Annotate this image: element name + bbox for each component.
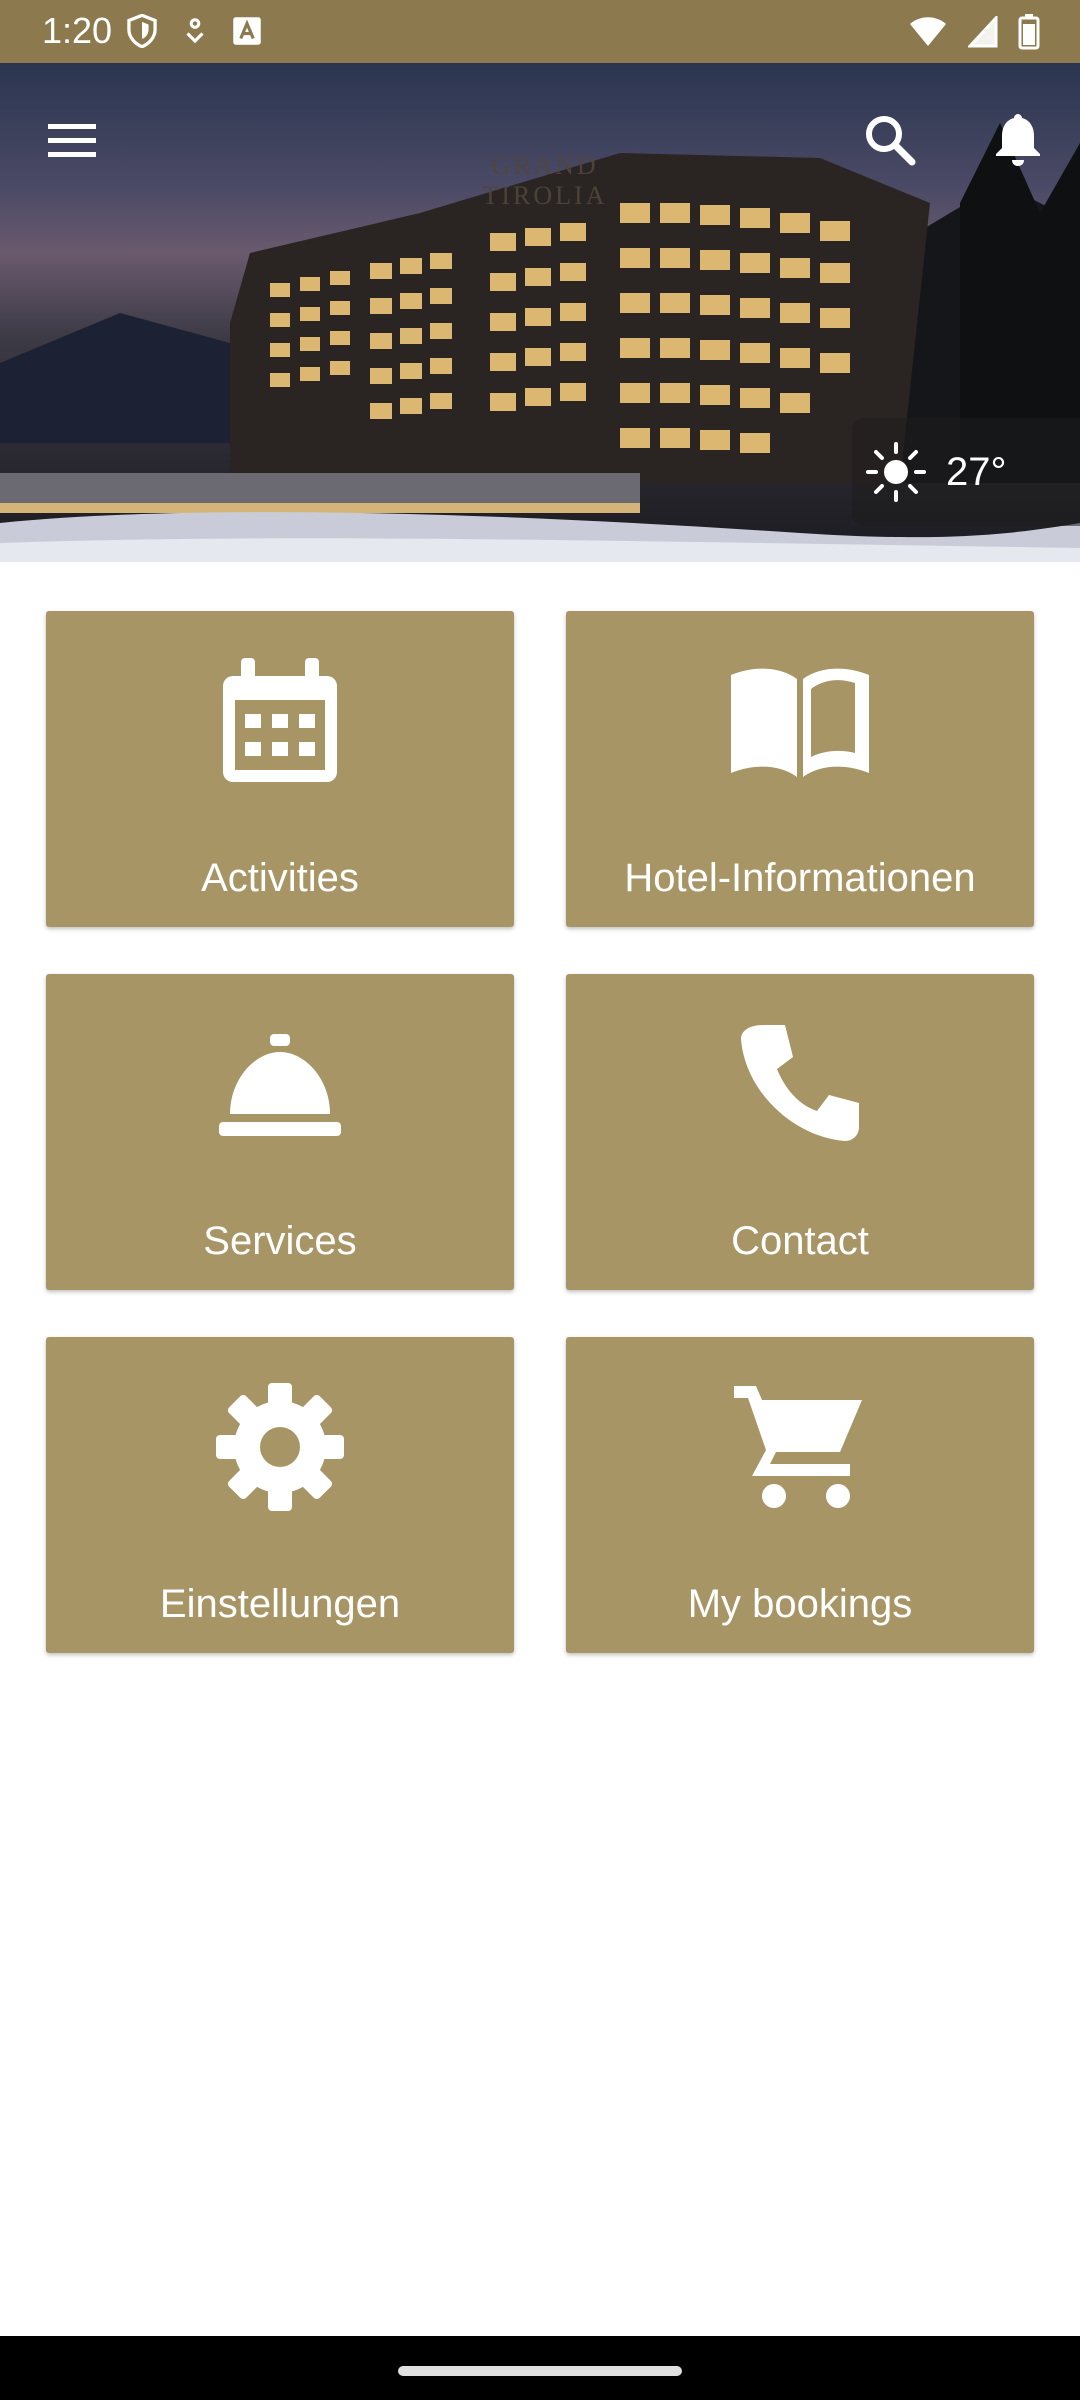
hamburger-menu-icon (48, 124, 96, 157)
tile-activities[interactable]: Activities (46, 611, 514, 927)
service-bell-icon (219, 1034, 341, 1136)
sun-icon (866, 442, 926, 502)
phone-icon (741, 1025, 859, 1141)
tile-einstellungen[interactable]: Einstellungen (46, 1337, 514, 1653)
sync-icon (186, 18, 204, 44)
tile-label: My bookings (687, 1582, 913, 1626)
status-time: 1:20 (42, 10, 113, 51)
wifi-icon (910, 17, 946, 46)
search-icon (866, 116, 916, 166)
home-gesture-handle[interactable] (398, 2366, 682, 2376)
tile-contact[interactable]: Contact (566, 974, 1034, 1290)
tile-label: Activities (201, 856, 359, 900)
keyboard-a-icon (233, 17, 261, 45)
hotel-hero-image: GRAND TIROLIA 27° (0, 63, 1080, 562)
tile-my-bookings[interactable]: My bookings (566, 1337, 1034, 1653)
tile-label: Contact (731, 1219, 869, 1263)
notifications-button[interactable] (986, 108, 1050, 172)
gear-icon (216, 1383, 344, 1511)
bell-icon (996, 114, 1040, 166)
calendar-icon (223, 658, 337, 782)
tile-label: Einstellungen (159, 1582, 401, 1626)
cart-icon (734, 1386, 862, 1508)
status-system-icons (908, 14, 1040, 50)
tile-hotel-informationen[interactable]: Hotel-Informationen (566, 611, 1034, 927)
shield-icon (127, 14, 157, 48)
menu-button[interactable] (40, 108, 104, 172)
tile-label: Hotel-Informationen (624, 856, 976, 900)
battery-icon (1018, 14, 1040, 50)
weather-temperature: 27° (946, 449, 1007, 494)
status-bar: 1:20 (0, 0, 1080, 63)
weather-widget[interactable]: 27° (852, 418, 1080, 526)
search-button[interactable] (858, 108, 922, 172)
hotel-logo: GRAND TIROLIA (482, 151, 608, 210)
book-icon (731, 668, 869, 777)
tile-label: Services (203, 1219, 357, 1263)
cell-signal-icon (968, 16, 998, 48)
tile-services[interactable]: Services (46, 974, 514, 1290)
status-notification-icons (126, 14, 262, 48)
